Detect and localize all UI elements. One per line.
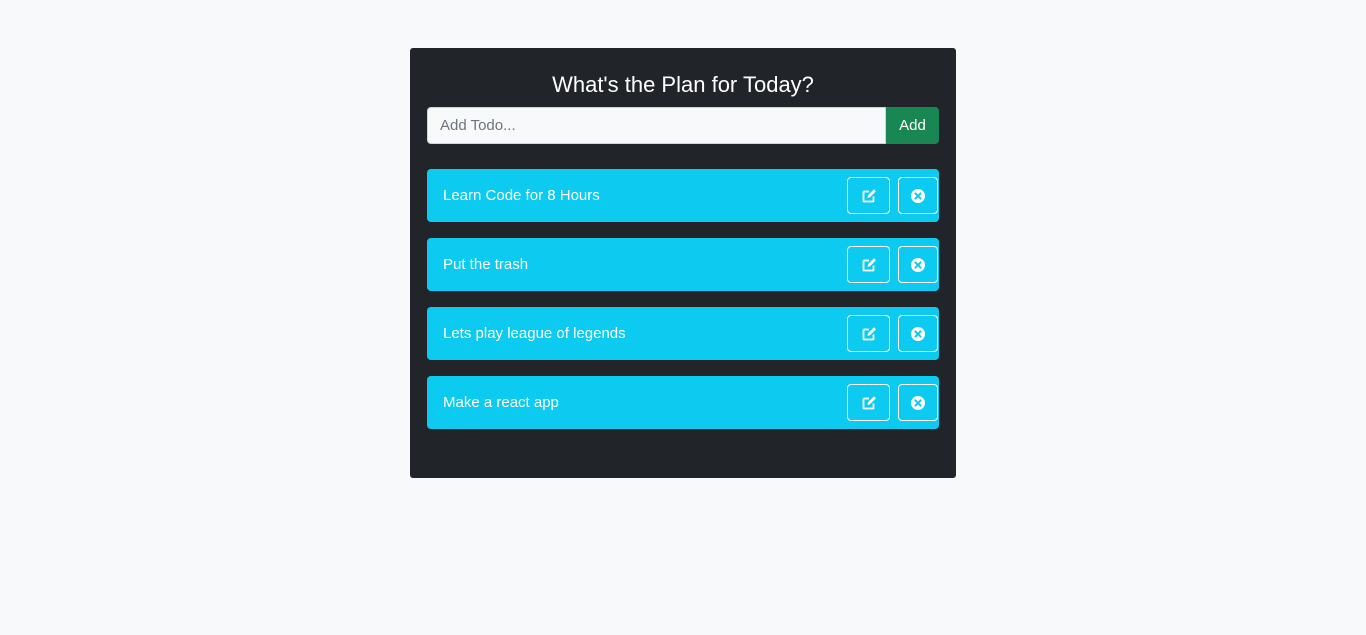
close-circle-icon <box>910 326 926 342</box>
todo-card: What's the Plan for Today? Add Learn Cod… <box>410 48 956 478</box>
edit-button[interactable] <box>847 246 890 283</box>
delete-button[interactable] <box>898 177 938 214</box>
edit-button[interactable] <box>847 177 890 214</box>
close-circle-icon <box>910 188 926 204</box>
todo-item[interactable]: Make a react app <box>427 376 939 429</box>
edit-icon <box>861 326 877 342</box>
todo-item[interactable]: Put the trash <box>427 238 939 291</box>
close-circle-icon <box>910 257 926 273</box>
todo-list: Learn Code for 8 Hours Put the trash Let… <box>427 169 939 429</box>
close-circle-icon <box>910 395 926 411</box>
edit-icon <box>861 395 877 411</box>
todo-item[interactable]: Lets play league of legends <box>427 307 939 360</box>
todo-item[interactable]: Learn Code for 8 Hours <box>427 169 939 222</box>
todo-item-text: Make a react app <box>443 394 559 411</box>
todo-item-text: Lets play league of legends <box>443 325 626 342</box>
todo-item-text: Put the trash <box>443 256 529 273</box>
delete-button[interactable] <box>898 246 938 283</box>
add-button[interactable]: Add <box>886 107 939 144</box>
todo-input[interactable] <box>427 107 886 144</box>
todo-item-text: Learn Code for 8 Hours <box>443 187 600 204</box>
edit-icon <box>861 257 877 273</box>
edit-button[interactable] <box>847 315 890 352</box>
edit-icon <box>861 188 877 204</box>
page-title: What's the Plan for Today? <box>552 72 814 97</box>
todo-form: Add <box>427 107 939 144</box>
edit-button[interactable] <box>847 384 890 421</box>
delete-button[interactable] <box>898 315 938 352</box>
delete-button[interactable] <box>898 384 938 421</box>
